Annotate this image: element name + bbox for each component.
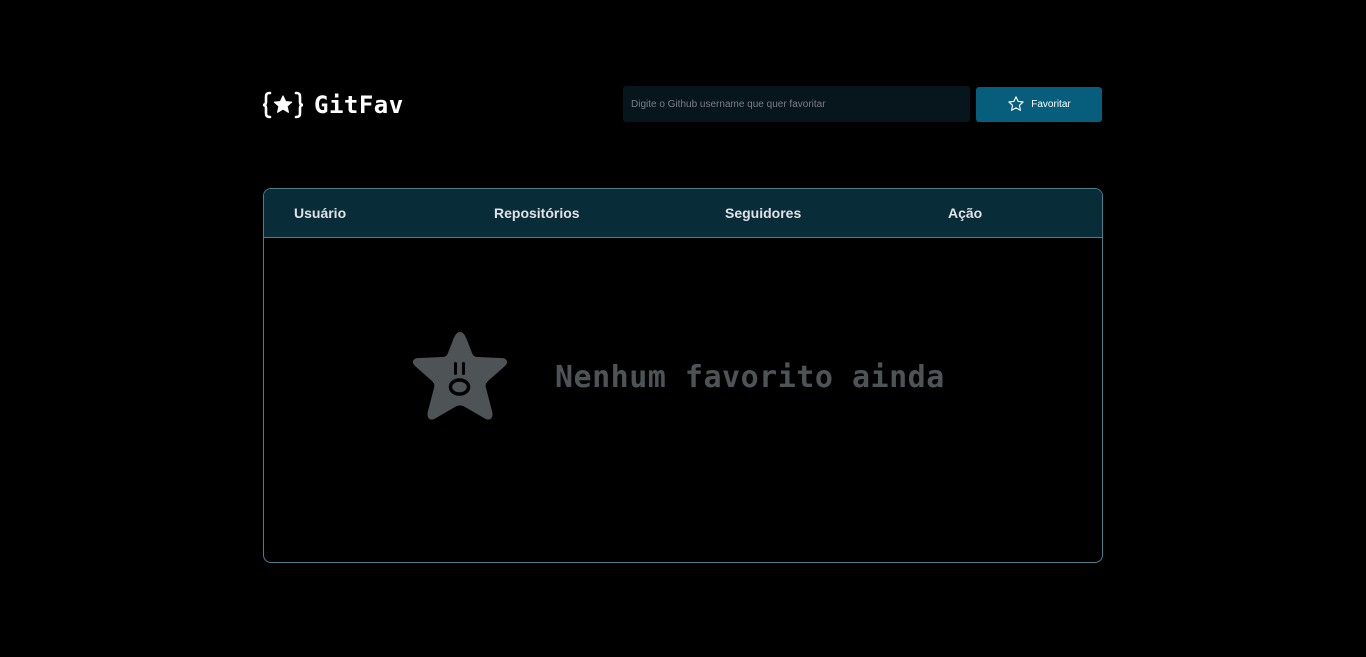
empty-state-message: Nenhum favorito ainda <box>555 359 945 395</box>
table-header-row: Usuário Repositórios Seguidores Ação <box>264 189 1102 238</box>
search-bar: Favoritar <box>623 86 1102 122</box>
column-header-followers: Seguidores <box>725 205 802 221</box>
column-header-action: Ação <box>948 205 983 221</box>
column-header-repositories: Repositórios <box>494 205 580 221</box>
braces-star-icon <box>262 91 304 119</box>
favorite-button-label: Favoritar <box>1031 98 1071 110</box>
logo[interactable]: GitFav <box>262 90 404 120</box>
favorite-button[interactable]: Favoritar <box>976 86 1102 122</box>
username-search-input[interactable] <box>623 86 970 122</box>
star-outline-icon <box>1008 96 1024 111</box>
column-header-user: Usuário <box>294 205 347 221</box>
empty-state: Nenhum favorito ainda <box>409 329 945 425</box>
app-name: GitFav <box>314 91 404 119</box>
page: GitFav Favoritar Usuário Repositórios Se… <box>0 0 1366 657</box>
favorites-table: Usuário Repositórios Seguidores Ação Nen… <box>263 188 1103 563</box>
sad-star-icon <box>412 332 508 420</box>
